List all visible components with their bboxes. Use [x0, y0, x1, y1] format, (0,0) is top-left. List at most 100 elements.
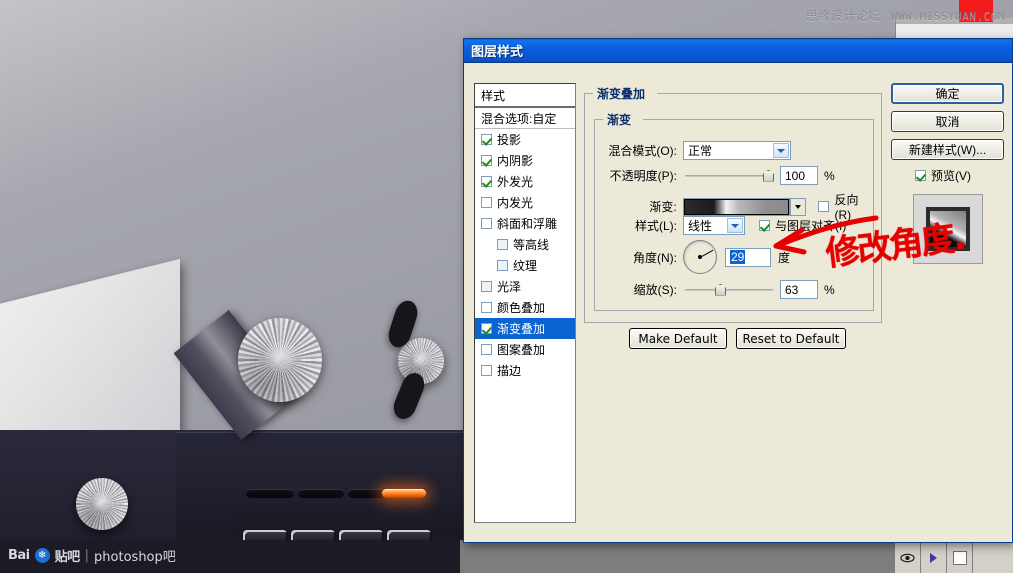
gradient-overlay-settings: 渐变叠加 渐变 混合模式(O): 正常 不透明度(P): 100 % 渐变: 反…: [584, 83, 882, 523]
scale-label: 缩放(S):: [633, 283, 677, 297]
chevron-down-icon[interactable]: [773, 143, 789, 158]
style-label: 描边: [497, 364, 522, 378]
style-item-pattern-overlay[interactable]: 图案叠加: [475, 339, 575, 360]
preview-label: 预览(V): [931, 169, 971, 183]
blending-options-item[interactable]: 混合选项:自定: [475, 108, 575, 129]
watermark-forum-name: 思缘设计论坛: [805, 9, 881, 23]
style-item-inner-glow[interactable]: 内发光: [475, 192, 575, 213]
watermark-baidu-brand: Bai: [8, 548, 30, 563]
artwork-led-1: [246, 489, 294, 498]
ok-button[interactable]: 确定: [891, 83, 1004, 104]
artwork-led-2: [298, 489, 344, 498]
blend-mode-value: 正常: [688, 144, 713, 158]
style-label: 投影: [497, 133, 522, 147]
gradient-picker-dropdown[interactable]: [790, 197, 807, 216]
checkbox-outer-glow[interactable]: [481, 176, 492, 187]
artwork-knob-lower: [76, 478, 128, 530]
opacity-slider[interactable]: [685, 169, 774, 183]
styles-list-header: 样式: [475, 84, 575, 108]
style-item-texture[interactable]: 纹理: [475, 255, 575, 276]
dialog-title: 图层样式: [471, 45, 524, 60]
style-item-bevel-emboss[interactable]: 斜面和浮雕: [475, 213, 575, 234]
slider-thumb[interactable]: [715, 283, 726, 296]
scale-slider[interactable]: [685, 283, 773, 297]
checkbox-gradient-overlay[interactable]: [481, 323, 492, 334]
angle-label: 角度(N):: [633, 250, 677, 265]
style-item-gradient-overlay[interactable]: 渐变叠加: [475, 318, 575, 339]
gradient-style-value: 线性: [688, 219, 713, 233]
checkbox-satin[interactable]: [481, 281, 492, 292]
opacity-value: 100: [785, 168, 806, 183]
checkbox-align-with-layer[interactable]: [759, 220, 770, 231]
checkbox-contour[interactable]: [497, 239, 508, 250]
blend-mode-select[interactable]: 正常: [683, 141, 791, 160]
style-item-color-overlay[interactable]: 颜色叠加: [475, 297, 575, 318]
cancel-button[interactable]: 取消: [891, 111, 1004, 132]
checkbox-drop-shadow[interactable]: [481, 134, 492, 145]
dialog-titlebar[interactable]: 图层样式: [464, 39, 1012, 63]
style-item-outer-glow[interactable]: 外发光: [475, 171, 575, 192]
make-default-button[interactable]: Make Default: [629, 328, 727, 349]
checkbox-stroke[interactable]: [481, 365, 492, 376]
checkbox-reverse[interactable]: [818, 201, 830, 212]
reset-to-default-button[interactable]: Reset to Default: [736, 328, 846, 349]
watermark-tieba-label: 贴吧: [54, 550, 81, 565]
angle-value: 29: [730, 250, 746, 264]
triangle-right-icon: [930, 553, 937, 563]
style-item-drop-shadow[interactable]: 投影: [475, 129, 575, 150]
checkbox-bevel-emboss[interactable]: [481, 218, 492, 229]
gradient-preview-bar[interactable]: [682, 197, 807, 216]
layer-expand-cell[interactable]: [921, 543, 947, 573]
layer-style-dialog: 图层样式 样式 混合选项:自定 投影 内阴影 外发光 内发光 斜面和浮雕 等高线: [463, 38, 1013, 543]
artwork-led-active: [382, 489, 426, 498]
style-item-satin[interactable]: 光泽: [475, 276, 575, 297]
checkbox-inner-glow[interactable]: [481, 197, 492, 208]
slider-thumb[interactable]: [763, 169, 774, 182]
opacity-input[interactable]: 100: [780, 166, 818, 185]
checkbox-pattern-overlay[interactable]: [481, 344, 492, 355]
layer-visibility-cell[interactable]: [895, 543, 921, 573]
gradient-fieldset: 渐变 混合模式(O): 正常 不透明度(P): 100 % 渐变: 反向(R) …: [594, 111, 875, 311]
checkbox-inner-shadow[interactable]: [481, 155, 492, 166]
style-item-stroke[interactable]: 描边: [475, 360, 575, 381]
style-item-contour[interactable]: 等高线: [475, 234, 575, 255]
checkbox-texture[interactable]: [497, 260, 508, 271]
style-label: 内发光: [497, 196, 534, 210]
style-label: 外发光: [497, 175, 534, 189]
watermark-board-name: photoshop吧: [94, 550, 176, 565]
styles-list-panel: 样式 混合选项:自定 投影 内阴影 外发光 内发光 斜面和浮雕 等高线 纹理 光…: [474, 83, 576, 523]
gradient-style-select[interactable]: 线性: [683, 216, 745, 235]
slider-track: [685, 288, 773, 291]
artwork-knob-large: [238, 318, 322, 402]
slider-track: [685, 174, 773, 177]
layer-thumbnail-icon: [952, 551, 967, 565]
new-style-button[interactable]: 新建样式(W)...: [891, 139, 1004, 160]
photoshop-layers-row: [895, 540, 1013, 573]
style-label: 颜色叠加: [497, 301, 546, 315]
blend-mode-label: 混合模式(O):: [608, 144, 677, 158]
preview-row[interactable]: 预览(V): [891, 167, 1004, 184]
angle-input[interactable]: 29: [725, 247, 771, 267]
style-item-inner-shadow[interactable]: 内阴影: [475, 150, 575, 171]
watermark-top: 思缘设计论坛 WWW.MISSYUAN.COM: [806, 7, 1005, 24]
angle-dial[interactable]: [683, 240, 717, 274]
scale-input[interactable]: 63: [780, 280, 818, 299]
eye-icon: [900, 553, 915, 563]
checkbox-preview[interactable]: [915, 170, 926, 181]
style-label: 纹理: [513, 259, 538, 273]
layer-thumbnail-cell[interactable]: [947, 543, 973, 573]
scale-row: 缩放(S): 63 %: [595, 280, 875, 299]
watermark-site-url: WWW.MISSYUAN.COM: [891, 10, 1005, 23]
checkbox-color-overlay[interactable]: [481, 302, 492, 313]
scale-unit: %: [824, 282, 835, 297]
style-label: 等高线: [513, 238, 550, 252]
watermark-separator: |: [84, 548, 90, 563]
style-label: 图案叠加: [497, 343, 546, 357]
opacity-row: 不透明度(P): 100 %: [595, 166, 875, 185]
chevron-down-icon[interactable]: [727, 218, 743, 233]
gradient-overlay-fieldset: 渐变叠加 渐变 混合模式(O): 正常 不透明度(P): 100 % 渐变: 反…: [584, 85, 882, 323]
scale-value: 63: [785, 282, 799, 297]
watermark-bottom: Bai ❄ 贴吧 | photoshop吧: [8, 546, 176, 565]
style-label: 内阴影: [497, 154, 534, 168]
opacity-label: 不透明度(P):: [609, 169, 677, 183]
